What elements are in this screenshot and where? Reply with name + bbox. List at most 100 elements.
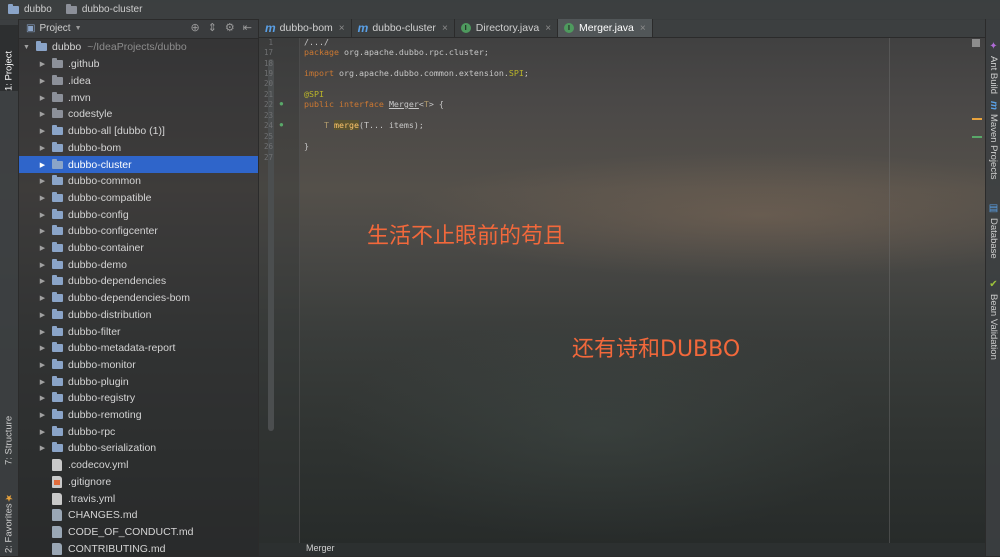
expand-arrow-icon[interactable]: ▶ (38, 444, 47, 452)
tree-item-label: CHANGES.md (68, 509, 138, 522)
expand-arrow-icon[interactable]: ▶ (38, 60, 47, 68)
tool-tab-database[interactable]: ▤ Database (986, 203, 1000, 283)
close-icon[interactable]: × (339, 23, 345, 34)
tree-item[interactable]: CODE_OF_CONDUCT.md (18, 524, 258, 541)
editor-breadcrumb-label[interactable]: Merger (306, 543, 335, 553)
tree-item[interactable]: ▶ dubbo-metadata-report (18, 340, 258, 357)
close-icon[interactable]: × (545, 23, 551, 34)
line-number-gutter: 1 17 18 19 20 21 22 23 24 25 26 27 ● ● (259, 37, 300, 543)
project-view-selector[interactable]: Project (39, 23, 70, 34)
editor-tab[interactable]: I Directory.java × (455, 19, 559, 37)
expand-arrow-icon[interactable]: ▶ (38, 361, 47, 369)
expand-arrow-icon[interactable]: ▶ (38, 94, 47, 102)
tree-item[interactable]: ▶ dubbo-cluster (18, 156, 258, 173)
tree-item-label: dubbo-distribution (68, 308, 152, 321)
expand-arrow-icon[interactable]: ▶ (38, 394, 47, 402)
tree-item[interactable]: ▶ dubbo-compatible (18, 190, 258, 207)
locate-icon[interactable]: ⊕ (190, 21, 199, 34)
tree-item[interactable]: ▶ dubbo-bom (18, 140, 258, 157)
tree-item[interactable]: ▶ dubbo-container (18, 240, 258, 257)
expand-arrow-icon[interactable]: ▶ (38, 378, 47, 386)
tool-tab-favorites[interactable]: 2: Favorites ★ (0, 479, 18, 553)
editor-tab[interactable]: m dubbo-cluster × (352, 19, 455, 37)
tree-item[interactable]: ▶ dubbo-rpc (18, 423, 258, 440)
expand-arrow-icon[interactable]: ▶ (38, 344, 47, 352)
tree-item[interactable]: ▶ codestyle (18, 106, 258, 123)
tree-item[interactable]: ▶ .idea (18, 73, 258, 90)
database-icon: ▤ (988, 203, 999, 214)
gear-icon[interactable]: ⚙ (225, 21, 235, 34)
tree-item[interactable]: ▶ .mvn (18, 89, 258, 106)
tree-item[interactable]: ▶ dubbo-config (18, 206, 258, 223)
inspection-status-icon[interactable] (972, 39, 980, 47)
code-editor[interactable]: 1 17 18 19 20 21 22 23 24 25 26 27 ● ● /.../ package … (259, 37, 985, 543)
code-fold[interactable]: /.../ (304, 37, 329, 47)
expand-arrow-icon[interactable]: ▶ (38, 77, 47, 85)
expand-arrow-icon[interactable]: ▶ (38, 311, 47, 319)
implemented-gutter-icon[interactable]: ● (279, 99, 284, 108)
tree-root[interactable]: ▼ dubbo ~/IdeaProjects/dubbo (18, 39, 258, 56)
tree-item[interactable]: ▶ dubbo-configcenter (18, 223, 258, 240)
expand-arrow-icon[interactable]: ▶ (38, 244, 47, 252)
tool-tab-structure[interactable]: 7: Structure (0, 389, 18, 465)
change-stripe-mark[interactable] (972, 136, 982, 138)
tree-item-label: dubbo-container (68, 242, 144, 255)
tool-tab-project[interactable]: 1: Project (0, 25, 18, 91)
expand-arrow-icon[interactable]: ▶ (38, 411, 47, 419)
tool-tab-maven-projects[interactable]: m Maven Projects (986, 101, 1000, 201)
breadcrumb-module[interactable]: dubbo-cluster (65, 3, 142, 15)
warning-stripe-mark[interactable] (972, 118, 982, 120)
tree-item[interactable]: ▶ dubbo-serialization (18, 440, 258, 457)
expand-arrow-icon[interactable]: ▶ (38, 211, 47, 219)
editor-tab-label: dubbo-bom (279, 22, 333, 34)
hide-icon[interactable]: ⇤ (243, 21, 252, 34)
editor-tab[interactable]: m dubbo-bom × (259, 19, 352, 37)
interface-icon: I (564, 23, 575, 33)
tree-item[interactable]: ▶ dubbo-dependencies (18, 273, 258, 290)
overlay-caption-1: 生活不止眼前的苟且 (367, 224, 566, 249)
tree-item[interactable]: CHANGES.md (18, 507, 258, 524)
implemented-gutter-icon[interactable]: ● (279, 120, 284, 129)
tree-item[interactable]: ▶ dubbo-demo (18, 256, 258, 273)
editor-tab[interactable]: I Merger.java × (558, 19, 653, 37)
close-icon[interactable]: × (442, 23, 448, 34)
close-icon[interactable]: × (640, 23, 646, 34)
tree-item[interactable]: ▶ dubbo-monitor (18, 357, 258, 374)
expand-arrow-icon[interactable]: ▶ (38, 294, 47, 302)
expand-arrow-icon[interactable]: ▶ (38, 328, 47, 336)
line-number: 20 (263, 79, 273, 88)
tree-item[interactable]: ▶ dubbo-plugin (18, 373, 258, 390)
tree-item-label: dubbo-all [dubbo (1)] (68, 125, 165, 138)
tree-item[interactable]: .gitignore (18, 474, 258, 491)
expand-arrow-icon[interactable]: ▶ (38, 277, 47, 285)
expand-arrow-icon[interactable]: ▶ (38, 177, 47, 185)
expand-arrow-icon[interactable]: ▶ (38, 110, 47, 118)
file-icon (52, 459, 62, 472)
tree-item[interactable]: ▶ .github (18, 56, 258, 73)
tree-item[interactable]: ▶ dubbo-common (18, 173, 258, 190)
expand-arrow-icon[interactable]: ▶ (38, 127, 47, 135)
expand-arrow-icon[interactable]: ▶ (38, 227, 47, 235)
expand-arrow-icon[interactable]: ▶ (38, 194, 47, 202)
tree-item[interactable]: ▶ dubbo-filter (18, 323, 258, 340)
tree-item[interactable]: CONTRIBUTING.md (18, 540, 258, 557)
module-folder-icon (52, 292, 63, 303)
breadcrumb-root[interactable]: dubbo (8, 3, 52, 15)
tool-tab-bean-validation[interactable]: ✔ Bean Validation (986, 279, 1000, 389)
expand-arrow-icon[interactable]: ▶ (38, 428, 47, 436)
collapse-icon[interactable]: ⇕ (208, 21, 217, 34)
tree-item[interactable]: ▶ dubbo-all [dubbo (1)] (18, 123, 258, 140)
tree-item[interactable]: .codecov.yml (18, 457, 258, 474)
tree-item[interactable]: ▶ dubbo-distribution (18, 307, 258, 324)
expand-arrow-icon[interactable]: ▶ (38, 144, 47, 152)
tree-item[interactable]: ▶ dubbo-registry (18, 390, 258, 407)
tree-item[interactable]: ▶ dubbo-remoting (18, 407, 258, 424)
editor-tab-label: Directory.java (475, 22, 540, 34)
tree-item[interactable]: .travis.yml (18, 490, 258, 507)
expand-arrow-icon[interactable]: ▶ (38, 161, 47, 169)
module-folder-icon (52, 125, 63, 136)
chevron-down-icon[interactable]: ▼ (75, 25, 82, 32)
expand-arrow-icon[interactable]: ▶ (38, 261, 47, 269)
expand-arrow-icon[interactable]: ▼ (22, 44, 31, 51)
tree-item[interactable]: ▶ dubbo-dependencies-bom (18, 290, 258, 307)
